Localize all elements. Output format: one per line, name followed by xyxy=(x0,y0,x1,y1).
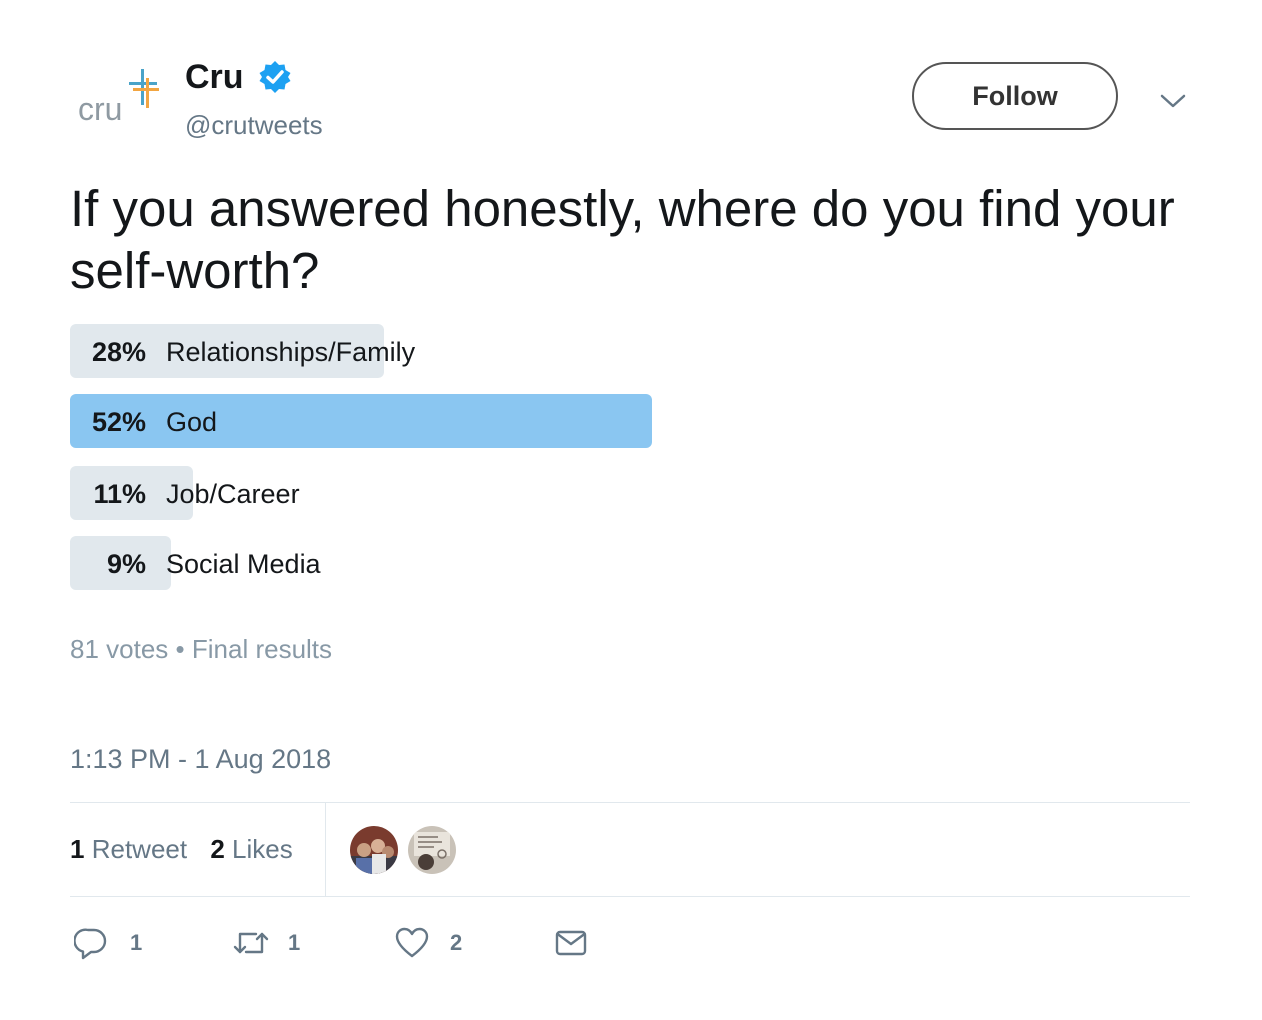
retweet-stat-label: Retweet xyxy=(91,834,188,864)
direct-message-button[interactable] xyxy=(554,924,588,962)
poll-option: 52% God xyxy=(70,394,1190,448)
poll-percent: 9% xyxy=(106,549,146,579)
like-button[interactable]: 2 xyxy=(394,924,462,962)
poll-meta: 81 votes • Final results xyxy=(70,632,332,666)
poll-percent: 11% xyxy=(93,479,146,509)
poll-option-label: Job/Career xyxy=(166,479,300,509)
poll-separator: • xyxy=(175,634,185,664)
avatar[interactable] xyxy=(408,826,456,874)
divider xyxy=(325,803,326,896)
reply-button[interactable]: 1 xyxy=(74,924,142,962)
divider xyxy=(70,896,1190,897)
poll-status: Final results xyxy=(191,634,333,664)
likes-stat[interactable]: 2 Likes xyxy=(210,832,292,866)
retweet-icon xyxy=(233,932,269,954)
cru-logo[interactable]: cru xyxy=(70,64,170,134)
tweet-text: If you answered honestly, where do you f… xyxy=(70,180,1175,299)
poll-option: 28% Relationships/Family xyxy=(70,324,1190,378)
follow-button[interactable]: Follow xyxy=(912,62,1118,130)
message-icon xyxy=(555,930,587,956)
likes-stat-label: Likes xyxy=(232,834,293,864)
poll-votes: 81 votes xyxy=(70,634,169,664)
poll-option: 11% Job/Career xyxy=(70,466,1190,520)
reply-icon xyxy=(74,928,107,960)
retweet-stat-count: 1 xyxy=(70,834,85,864)
account-handle[interactable]: @crutweets xyxy=(185,108,323,142)
tweet-timestamp[interactable]: 1:13 PM - 1 Aug 2018 xyxy=(70,742,331,776)
retweet-stat[interactable]: 1 Retweet xyxy=(70,832,187,866)
poll-option-label: God xyxy=(166,407,218,437)
chevron-down-icon[interactable] xyxy=(1160,90,1186,112)
poll-percent: 52% xyxy=(91,407,146,437)
retweet-count: 1 xyxy=(288,930,301,955)
likes-stat-count: 2 xyxy=(210,834,225,864)
retweet-button[interactable]: 1 xyxy=(232,924,300,962)
poll-option-label: Social Media xyxy=(166,549,321,579)
poll-bar xyxy=(70,394,653,448)
avatar[interactable] xyxy=(350,826,398,874)
tweet-stats: 1 Retweet 2 Likes xyxy=(70,832,309,866)
poll-option: 9% Social Media xyxy=(70,536,1190,590)
logo-text: cru xyxy=(78,91,122,127)
poll-option-label: Relationships/Family xyxy=(166,337,416,367)
divider xyxy=(70,802,1190,803)
heart-icon xyxy=(395,927,429,958)
poll-percent: 28% xyxy=(91,337,146,367)
reply-count: 1 xyxy=(130,930,143,955)
like-count: 2 xyxy=(450,930,463,955)
display-name[interactable]: Cru xyxy=(185,56,244,98)
verified-badge-icon xyxy=(258,60,292,94)
